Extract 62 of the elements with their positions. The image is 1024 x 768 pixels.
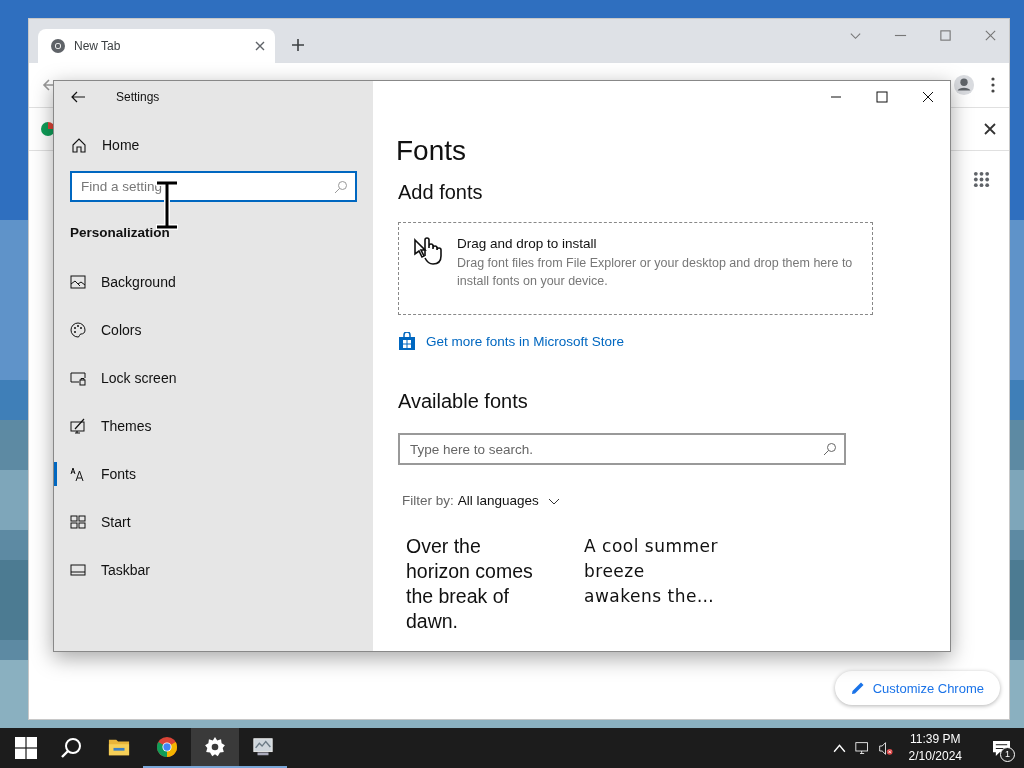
monitor-brush-icon — [70, 418, 86, 434]
nav-item[interactable]: Themes — [54, 414, 373, 438]
network-icon[interactable] — [854, 740, 870, 756]
speaker-muted-icon[interactable] — [877, 740, 893, 756]
language-dropdown[interactable]: All languages — [457, 493, 560, 508]
font-preview[interactable]: A cool summer breeze awakens the… — [584, 534, 724, 634]
notifications-button[interactable]: 1 — [978, 728, 1024, 768]
clock[interactable]: 11:39 PM 2/10/2024 — [900, 731, 970, 765]
section-heading: Personalization — [70, 225, 170, 240]
customize-chrome-button[interactable]: Customize Chrome — [834, 671, 1000, 705]
profile-icon[interactable] — [953, 74, 975, 96]
chrome-logo-icon — [50, 38, 66, 54]
notification-count: 1 — [1000, 747, 1015, 762]
fonts-icon — [70, 466, 86, 482]
logo-icon — [41, 122, 55, 136]
close-icon[interactable] — [983, 122, 997, 136]
tab-title: New Tab — [74, 39, 122, 53]
date: 2/10/2024 — [908, 748, 962, 765]
nav-item[interactable]: Taskbar — [54, 558, 373, 582]
font-preview[interactable]: Over the horizon comes the break of dawn. — [406, 534, 538, 634]
new-tab-icon[interactable] — [291, 38, 305, 52]
page-title: Fonts — [396, 135, 468, 167]
chrome-logo-icon — [156, 736, 178, 758]
back-icon[interactable] — [70, 89, 86, 105]
window-title: Settings — [116, 90, 160, 104]
nav-item[interactable]: Background — [54, 270, 373, 294]
taskbar-app[interactable] — [191, 728, 239, 768]
font-search-field[interactable]: Type here to search. — [398, 433, 846, 465]
image-icon — [70, 274, 86, 290]
drop-title: Drag and drop to install — [457, 236, 598, 251]
section-heading: Add fonts — [398, 181, 484, 204]
lock-screen-icon — [70, 370, 86, 386]
browser-tab[interactable]: New Tab — [38, 29, 275, 63]
home-nav-item[interactable]: Home — [54, 113, 373, 153]
home-icon — [71, 137, 87, 153]
tiles-icon — [70, 514, 86, 530]
search-icon[interactable] — [60, 737, 82, 759]
nav-item[interactable]: Fonts — [54, 462, 373, 486]
taskbar-icon — [70, 562, 86, 578]
search-icon — [823, 442, 837, 456]
monitor-icon — [252, 736, 274, 758]
store-link[interactable]: Get more fonts in Microsoft Store — [398, 332, 625, 350]
windows-logo-icon[interactable] — [15, 737, 37, 759]
gear-icon — [204, 736, 226, 758]
menu-icon[interactable] — [991, 77, 995, 93]
section-heading: Available fonts — [398, 390, 529, 413]
shopping-bag-icon — [398, 332, 416, 350]
pencil-icon — [850, 681, 865, 695]
hand-pointer-icon — [413, 236, 445, 266]
search-icon — [334, 180, 348, 194]
nav-item[interactable]: Lock screen — [54, 366, 373, 390]
palette-icon — [70, 322, 86, 338]
maximize-icon[interactable] — [876, 91, 888, 103]
nav-item[interactable]: Start — [54, 510, 373, 534]
time: 11:39 PM — [910, 731, 961, 748]
nav-item[interactable]: Colors — [54, 318, 373, 342]
apps-grid-icon[interactable] — [973, 171, 990, 188]
drop-description: Drag font files from File Explorer or your desktop and drop them here to install fonts on your device. — [457, 255, 854, 290]
drop-zone[interactable]: Drag and drop to install Drag font files from File Explorer or your desktop and drop them here to install fonts on your device. — [398, 222, 873, 315]
filter-label: Filter by: — [402, 493, 454, 508]
close-icon[interactable] — [255, 41, 265, 51]
close-icon[interactable] — [922, 91, 934, 103]
